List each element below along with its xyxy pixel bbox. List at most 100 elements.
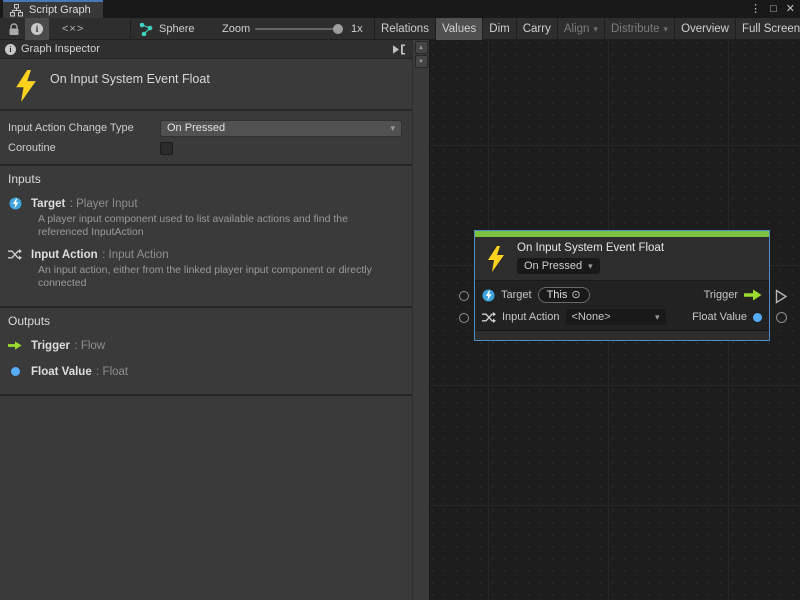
output-port[interactable] xyxy=(776,312,787,323)
node-title: On Input System Event Float xyxy=(517,242,664,254)
node-properties: Input Action Change Type On Pressed ▾ Co… xyxy=(0,111,412,166)
target-object-field[interactable]: This ⊙ xyxy=(538,287,590,303)
tab-script-graph[interactable]: Script Graph xyxy=(3,0,103,18)
coroutine-checkbox[interactable] xyxy=(160,142,173,155)
output-port-entry: Float Value : Float xyxy=(8,362,404,380)
inspector-scrollbar[interactable]: ▲ ▼ xyxy=(412,40,429,600)
flow-arrow-icon xyxy=(744,289,762,301)
float-value-icon xyxy=(753,313,762,322)
distribute-button[interactable]: Distribute ▾ xyxy=(604,18,674,40)
event-node[interactable]: On Input System Event Float On Pressed ▾… xyxy=(474,230,770,341)
graph-object-button[interactable]: Sphere xyxy=(139,18,194,40)
graph-hierarchy-icon xyxy=(10,4,23,17)
align-button[interactable]: Align ▾ xyxy=(557,18,604,40)
port-name: Float Value xyxy=(31,366,92,378)
node-body: Target This ⊙ Trigger xyxy=(475,280,769,330)
input-port[interactable] xyxy=(459,313,469,323)
chevron-down-icon: ▾ xyxy=(664,24,669,35)
close-icon[interactable]: ✕ xyxy=(786,0,795,18)
info-icon: i xyxy=(31,23,43,35)
player-input-icon xyxy=(8,197,22,210)
node-footer xyxy=(475,330,769,340)
input-port-entry: Target : Player Input A player input com… xyxy=(8,194,404,239)
flow-arrow-icon xyxy=(8,340,22,351)
dim-button[interactable]: Dim xyxy=(482,18,515,40)
port-name: Target xyxy=(31,198,65,210)
scroll-down-icon[interactable]: ▼ xyxy=(415,55,428,68)
carry-button[interactable]: Carry xyxy=(516,18,557,40)
inputs-section: Inputs Target : Player Input A player in… xyxy=(0,166,412,308)
relations-button[interactable]: Relations xyxy=(374,18,435,40)
script-graph-icon xyxy=(139,23,153,36)
chevron-down-icon: ▾ xyxy=(390,123,395,134)
change-type-row: Input Action Change Type On Pressed ▾ xyxy=(8,118,404,138)
code-view-button[interactable]: <×> xyxy=(62,18,84,40)
input-action-icon xyxy=(8,248,22,261)
object-picker-icon[interactable]: ⊙ xyxy=(571,290,580,300)
graph-inspector-panel: i Graph Inspector On Input System Event … xyxy=(0,40,412,600)
port-type: : Float xyxy=(96,366,128,378)
tab-label: Script Graph xyxy=(29,4,91,16)
event-bolt-icon xyxy=(13,70,39,102)
zoom-slider-track[interactable] xyxy=(255,28,343,30)
graph-toolbar: i <×> Sphere Zoom 1x xyxy=(0,18,800,40)
graph-inspector-header: i Graph Inspector xyxy=(0,40,412,59)
toolbar-buttons: Relations Values Dim Carry Align ▾ Distr… xyxy=(374,18,800,40)
node-header[interactable]: On Input System Event Float On Pressed ▾ xyxy=(475,237,769,280)
coroutine-label: Coroutine xyxy=(8,142,160,154)
outputs-section: Outputs Trigger : Flow xyxy=(0,308,412,396)
zoom-label: Zoom xyxy=(222,18,250,40)
target-label: Target xyxy=(501,289,532,301)
float-value-icon xyxy=(8,367,22,376)
toolbar-separator xyxy=(130,20,131,38)
port-type: : Player Input xyxy=(70,198,138,210)
chevron-down-icon: ▾ xyxy=(593,24,598,35)
dock-panel-icon[interactable] xyxy=(392,44,407,55)
output-flow-port[interactable] xyxy=(775,289,788,304)
inspector-toggle-button[interactable]: i xyxy=(25,18,49,40)
graph-canvas[interactable]: On Input System Event Float On Pressed ▾… xyxy=(429,40,800,600)
lock-icon xyxy=(8,23,20,36)
maximize-icon[interactable]: □ xyxy=(770,0,777,18)
port-type: : Input Action xyxy=(102,249,169,261)
lock-button[interactable] xyxy=(8,18,20,40)
zoom-slider-handle[interactable] xyxy=(333,24,343,34)
event-bolt-icon xyxy=(486,244,506,274)
zoom-value: 1x xyxy=(351,18,363,40)
input-port-entry: Input Action : Input Action An input act… xyxy=(8,245,404,290)
kebab-menu-icon[interactable]: ⋮ xyxy=(750,0,761,18)
object-name-label: Sphere xyxy=(159,23,194,35)
port-type: : Flow xyxy=(74,340,105,352)
chevron-down-icon: ▾ xyxy=(588,261,593,272)
node-row-input-action: Input Action <None> ▾ Float Value xyxy=(482,306,762,328)
chevron-down-icon: ▾ xyxy=(655,312,660,323)
change-type-dropdown[interactable]: On Pressed ▾ xyxy=(160,120,402,137)
inspector-node-title: On Input System Event Float xyxy=(50,72,210,86)
overview-button[interactable]: Overview xyxy=(674,18,735,40)
inputs-heading: Inputs xyxy=(8,172,404,186)
code-icon: <×> xyxy=(62,23,84,35)
values-button[interactable]: Values xyxy=(435,18,482,40)
node-title-block: On Input System Event Float xyxy=(0,59,412,111)
node-row-target: Target This ⊙ Trigger xyxy=(482,284,762,306)
full-screen-button[interactable]: Full Screen xyxy=(735,18,800,40)
trigger-label: Trigger xyxy=(704,289,738,301)
input-action-icon xyxy=(482,311,496,324)
output-port-entry: Trigger : Flow xyxy=(8,336,404,354)
float-value-label: Float Value xyxy=(692,311,747,323)
port-name: Input Action xyxy=(31,249,98,261)
input-action-dropdown[interactable]: <None> ▾ xyxy=(566,309,666,325)
port-description: A player input component used to list av… xyxy=(38,213,396,239)
node-mode-dropdown[interactable]: On Pressed ▾ xyxy=(517,258,600,274)
info-icon: i xyxy=(5,44,16,55)
unity-script-graph-window: Script Graph ⋮ □ ✕ i <×> xyxy=(0,0,800,600)
window-controls: ⋮ □ ✕ xyxy=(750,0,795,18)
port-name: Trigger xyxy=(31,340,70,352)
outputs-heading: Outputs xyxy=(8,314,404,328)
coroutine-row: Coroutine xyxy=(8,138,404,158)
input-port[interactable] xyxy=(459,291,469,301)
player-input-icon xyxy=(482,289,495,302)
inspector-header-title: Graph Inspector xyxy=(21,43,387,55)
scroll-up-icon[interactable]: ▲ xyxy=(415,41,428,54)
change-type-label: Input Action Change Type xyxy=(8,122,160,134)
